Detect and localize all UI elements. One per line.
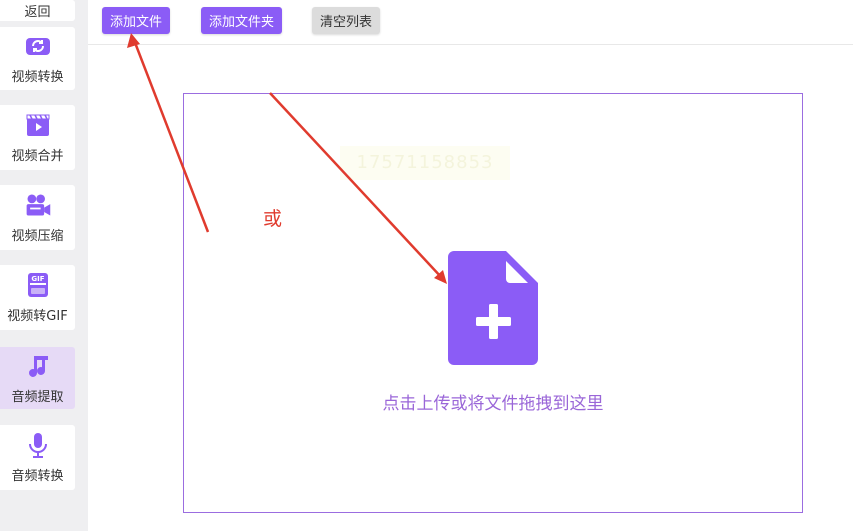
add-folder-button[interactable]: 添加文件夹 xyxy=(201,7,283,34)
microphone-icon xyxy=(24,431,52,459)
sidebar-item-label: 视频转GIF xyxy=(7,309,68,324)
video-convert-icon xyxy=(24,32,52,60)
sidebar: 返回 视频转换 视频合并 视频压缩 GIF 视频转GIF 音频提取 音频转换 xyxy=(0,0,88,531)
sidebar-item-video-compress[interactable]: 视频压缩 xyxy=(0,185,75,250)
clear-list-button[interactable]: 清空列表 xyxy=(312,7,381,34)
toolbar: 添加文件 添加文件夹 清空列表 xyxy=(88,0,853,45)
music-note-icon xyxy=(24,352,52,380)
sidebar-item-label: 音频转换 xyxy=(11,469,64,484)
sidebar-item-label: 视频压缩 xyxy=(11,229,64,244)
watermark: 17571158853 xyxy=(340,146,510,180)
video-compress-icon xyxy=(24,191,52,219)
annotation-or-label: 或 xyxy=(263,208,283,230)
sidebar-item-label: 视频合并 xyxy=(11,149,64,164)
sidebar-item-video-convert[interactable]: 视频转换 xyxy=(0,27,75,90)
sidebar-item-video-merge[interactable]: 视频合并 xyxy=(0,105,75,170)
file-add-icon[interactable] xyxy=(448,251,538,365)
video-merge-icon xyxy=(24,111,52,139)
drop-hint-text: 点击上传或将文件拖拽到这里 xyxy=(382,394,604,414)
add-file-button[interactable]: 添加文件 xyxy=(102,7,171,34)
svg-text:GIF: GIF xyxy=(31,275,44,283)
sidebar-item-video-gif[interactable]: GIF 视频转GIF xyxy=(0,265,75,330)
sidebar-item-audio-extract[interactable]: 音频提取 xyxy=(0,347,75,409)
gif-icon: GIF xyxy=(24,271,52,299)
sidebar-item-label: 音频提取 xyxy=(11,389,64,405)
sidebar-item-label: 视频转换 xyxy=(11,70,64,85)
back-label: 返回 xyxy=(24,5,51,20)
sidebar-item-audio-convert[interactable]: 音频转换 xyxy=(0,425,75,490)
back-button[interactable]: 返回 xyxy=(0,0,75,21)
